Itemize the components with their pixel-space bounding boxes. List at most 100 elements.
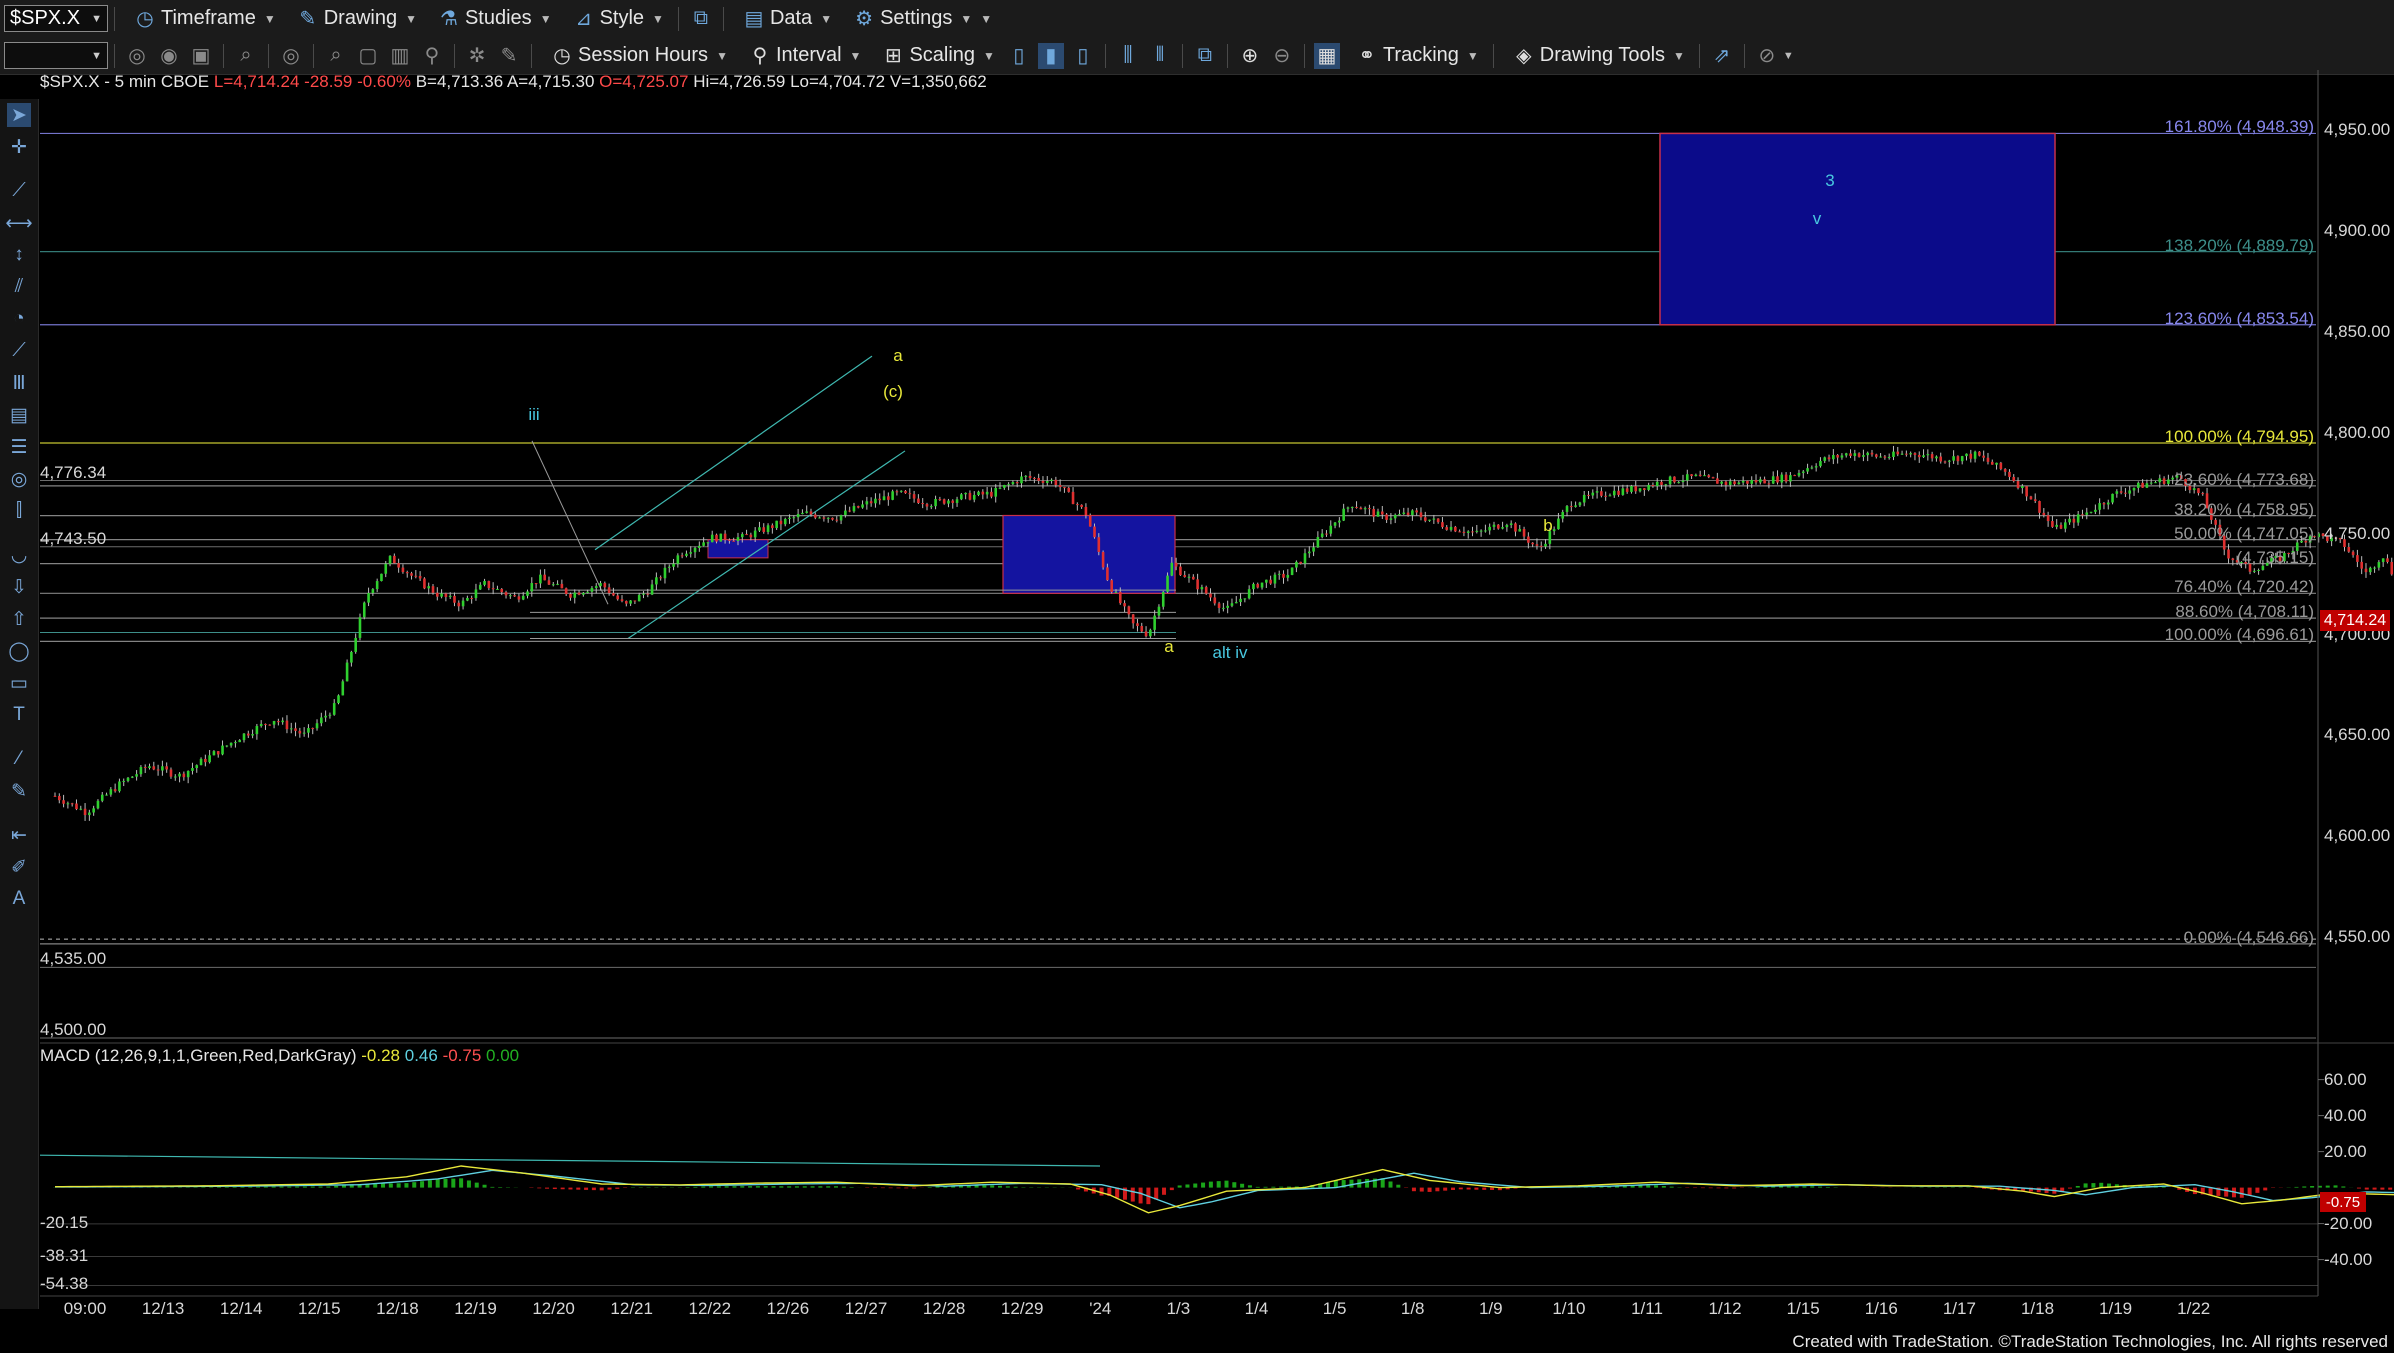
candle-body (2351, 551, 2355, 556)
candle-body (1076, 504, 1079, 506)
ask-price: A=4,715.30 (506, 72, 595, 91)
candle-body (869, 501, 873, 504)
candle-body (612, 593, 615, 596)
low-price: Lo=4,704.72 (790, 72, 886, 91)
wave-label: v (1812, 208, 1822, 228)
candle-body (161, 766, 164, 771)
candle-body (831, 517, 834, 520)
macd-histogram-bar (263, 1186, 268, 1188)
macd-histogram-bar (912, 1187, 917, 1189)
candle-body (1595, 491, 1599, 493)
candle-body (1385, 514, 1388, 520)
candle-body (2003, 468, 2007, 472)
candle-body (1338, 520, 1341, 523)
candle-body (1978, 451, 1981, 456)
candle-body (2085, 512, 2089, 515)
candle-body (1930, 454, 1934, 459)
candle-body (1638, 488, 1642, 492)
candle-body (88, 812, 91, 816)
candle-body (1827, 457, 1831, 460)
candle-body (1617, 490, 1620, 495)
candle-body (1342, 508, 1345, 521)
candle-body (1844, 453, 1848, 456)
macd-histogram-bar (615, 1187, 620, 1189)
candle-body (1935, 456, 1938, 459)
macd-histogram-bar (1490, 1187, 1495, 1190)
wave-label: b (1543, 515, 1553, 535)
macd-histogram-bar (420, 1181, 425, 1188)
macd-histogram-bar (1286, 1186, 1291, 1188)
macd-histogram-bar (802, 1186, 807, 1188)
target-boxes (707, 132, 2056, 594)
candle-body (1140, 626, 1144, 632)
x-tick-label: 12/28 (922, 1299, 966, 1318)
candle-body (990, 491, 993, 497)
candle-body (1917, 454, 1921, 458)
macd-histogram-bar (591, 1187, 596, 1191)
candle-body (1303, 553, 1307, 564)
candle-body (676, 555, 680, 564)
candle-body (1449, 526, 1453, 530)
macd-histogram-bar (310, 1186, 315, 1188)
y-tick-label: 4,650.00 (2324, 725, 2391, 745)
candle-body (1106, 567, 1109, 581)
price-level-label: 4,743.50 (40, 528, 107, 548)
macd-histogram-bar (888, 1187, 893, 1189)
candle-body (2025, 486, 2028, 497)
macd-histogram-bar (701, 1186, 706, 1188)
y-tick-label: 4,750.00 (2324, 523, 2391, 543)
candle-body (1359, 507, 1363, 510)
candle-body (998, 487, 1002, 489)
macd-histogram-bar (1076, 1187, 1081, 1190)
candle-body (1643, 488, 1646, 490)
time-axis[interactable]: 09:00 12/13 12/14 12/15 12/18 12/19 12/20 12/21… (40, 1296, 2320, 1322)
macd-histogram-bar (990, 1185, 995, 1188)
candle-body (693, 547, 697, 553)
candle-body (2016, 481, 2020, 489)
candle-body (934, 499, 937, 507)
candle-body (689, 552, 693, 554)
candle-body (1836, 455, 1839, 458)
candle-body (272, 721, 276, 725)
fib-level-label: 161.80% (4,948.39) (2164, 117, 2314, 137)
candle-body (964, 492, 967, 495)
macd-histogram-bar (568, 1187, 573, 1190)
macd-histogram-bar (1349, 1179, 1354, 1188)
macd-histogram-bar (1279, 1186, 1284, 1188)
candle-body (1634, 486, 1638, 492)
candle-body (1239, 598, 1242, 603)
candle-body (375, 581, 379, 590)
candle-body (1312, 547, 1315, 552)
candle-body (1355, 506, 1358, 508)
candle-body (637, 594, 641, 602)
candle-body (1711, 477, 1715, 479)
candle-body (1874, 454, 1878, 457)
macd-histogram-bar (2341, 1186, 2346, 1188)
candle-body (1655, 481, 1659, 487)
candle-body (1368, 508, 1371, 510)
candle-body (740, 534, 744, 538)
candle-body (1196, 579, 1199, 590)
macd-histogram-bar (1646, 1185, 1651, 1188)
candle-body (1720, 481, 1723, 484)
candle-body (788, 517, 791, 519)
candle-body (2201, 493, 2205, 495)
macd-histogram-bar (2325, 1185, 2330, 1188)
candle-body (1174, 562, 1178, 567)
macd-histogram-bar (240, 1186, 245, 1188)
candle-body (577, 592, 581, 595)
candle-body (83, 808, 87, 816)
candle-body (1204, 587, 1208, 594)
candle-body (2106, 502, 2110, 505)
candle-body (603, 583, 607, 588)
candle-body (2076, 514, 2080, 523)
candle-body (1101, 551, 1105, 568)
x-tick-label: 1/16 (1864, 1299, 1898, 1318)
candle-body (354, 637, 357, 652)
candle-body (629, 600, 632, 604)
candle-body (143, 767, 147, 769)
candle-body (1269, 579, 1272, 584)
chart-canvas[interactable] (0, 0, 2394, 1353)
macd-histogram-bar (1130, 1187, 1135, 1202)
candle-body (762, 527, 766, 532)
